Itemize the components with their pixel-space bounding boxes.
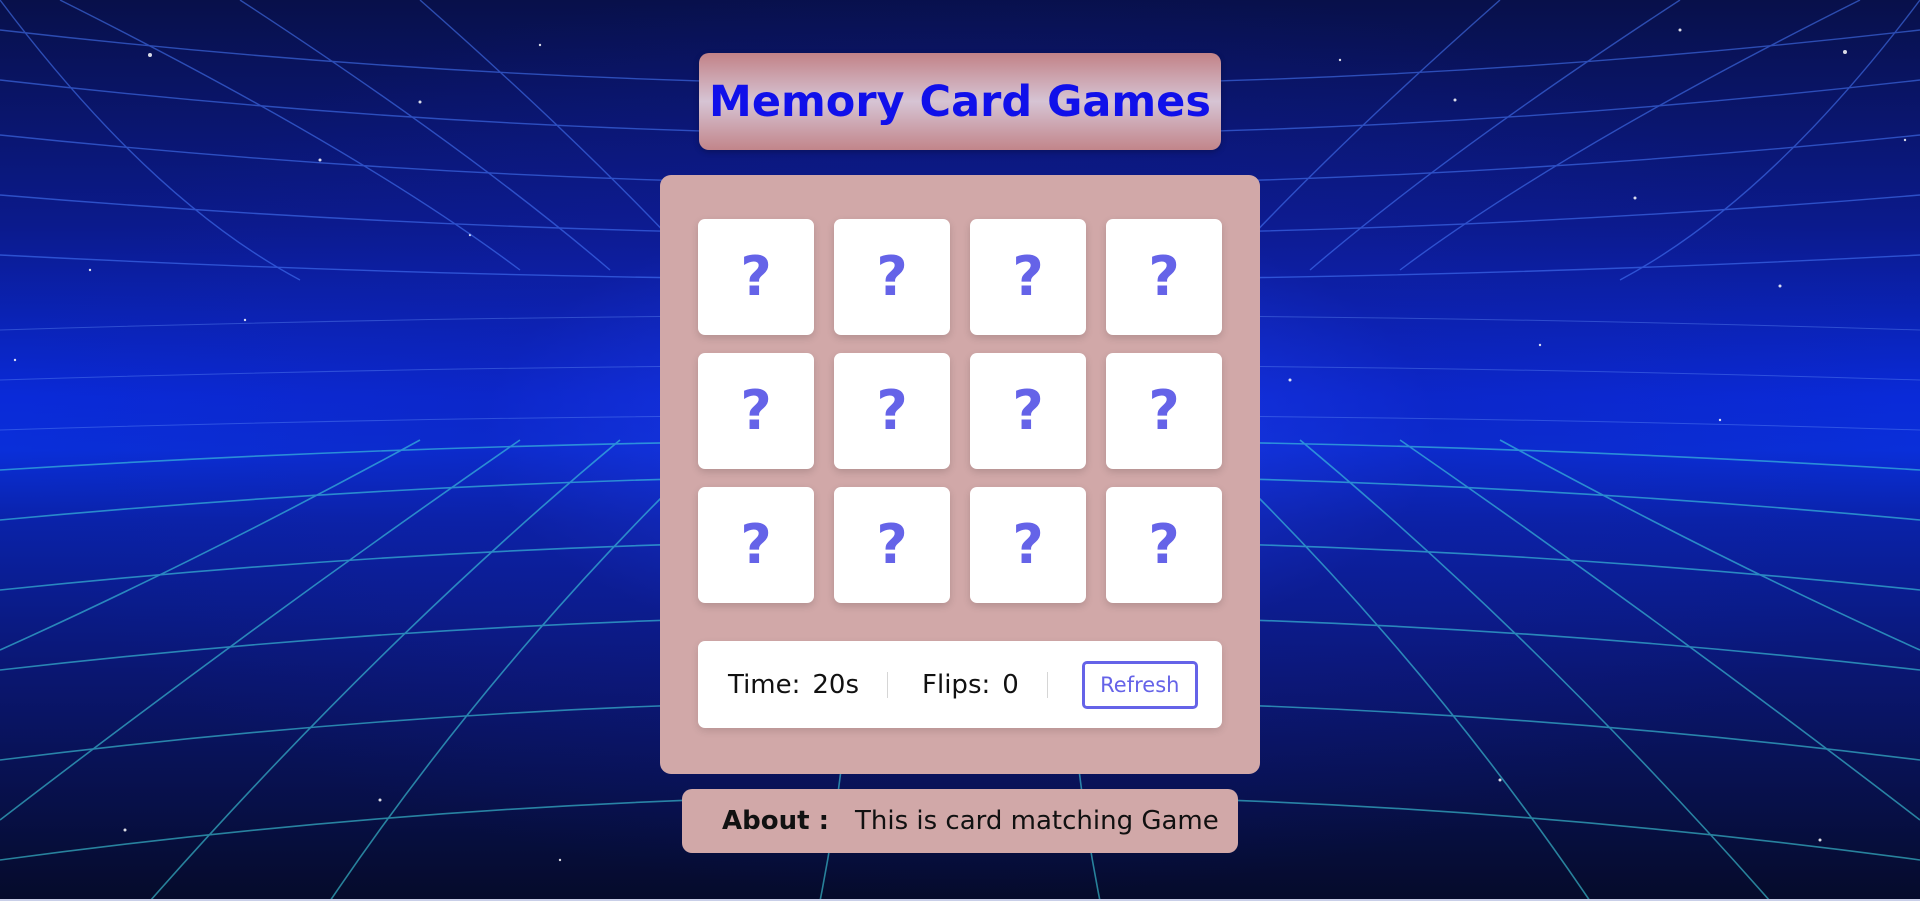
memory-card[interactable]: ?	[1106, 219, 1222, 335]
divider	[1046, 671, 1048, 698]
game-board: ? ? ? ? ? ? ? ? ? ? ? ? Time: 20s Flips:…	[660, 175, 1260, 774]
card-grid: ? ? ? ? ? ? ? ? ? ? ? ?	[698, 219, 1222, 603]
memory-card[interactable]: ?	[698, 487, 814, 603]
time-value: 20s	[812, 669, 860, 700]
memory-card[interactable]: ?	[970, 353, 1086, 469]
about-box: About : This is card matching Game	[682, 789, 1238, 853]
memory-card[interactable]: ?	[1106, 487, 1222, 603]
status-bar: Time: 20s Flips: 0 Refresh	[698, 641, 1222, 728]
question-mark-icon: ?	[1148, 513, 1180, 576]
flips-value: 0	[1002, 669, 1019, 700]
flips-label: Flips:	[922, 669, 991, 700]
memory-card[interactable]: ?	[698, 219, 814, 335]
memory-card[interactable]: ?	[834, 219, 950, 335]
memory-card[interactable]: ?	[970, 487, 1086, 603]
question-mark-icon: ?	[740, 379, 772, 442]
about-label: About :	[722, 806, 829, 836]
divider	[887, 671, 889, 698]
timer: Time: 20s	[728, 670, 859, 700]
question-mark-icon: ?	[1012, 379, 1044, 442]
question-mark-icon: ?	[876, 513, 908, 576]
question-mark-icon: ?	[876, 245, 908, 308]
question-mark-icon: ?	[876, 379, 908, 442]
title-banner: Memory Card Games	[699, 53, 1221, 150]
question-mark-icon: ?	[1148, 379, 1180, 442]
memory-card[interactable]: ?	[698, 353, 814, 469]
about-text: This is card matching Game	[854, 806, 1219, 836]
memory-card[interactable]: ?	[970, 219, 1086, 335]
memory-card[interactable]: ?	[834, 487, 950, 603]
page-title: Memory Card Games	[709, 76, 1211, 127]
question-mark-icon: ?	[1012, 513, 1044, 576]
memory-card[interactable]: ?	[1106, 353, 1222, 469]
question-mark-icon: ?	[1012, 245, 1044, 308]
time-label: Time:	[728, 669, 801, 700]
flip-counter: Flips: 0	[922, 670, 1019, 700]
question-mark-icon: ?	[1148, 245, 1180, 308]
question-mark-icon: ?	[740, 513, 772, 576]
refresh-button[interactable]: Refresh	[1081, 660, 1198, 709]
memory-card[interactable]: ?	[834, 353, 950, 469]
question-mark-icon: ?	[740, 245, 772, 308]
